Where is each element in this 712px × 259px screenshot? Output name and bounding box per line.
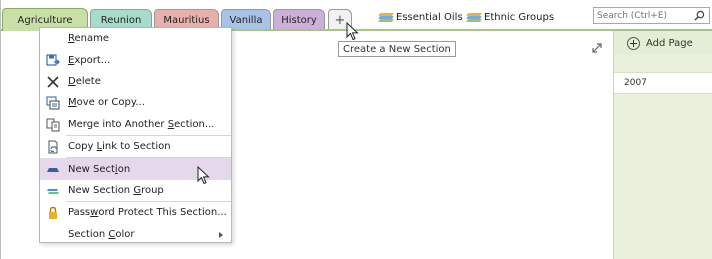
menu-item-merge[interactable]: Merge into Another Section...	[40, 114, 231, 135]
tooltip: Create a New Section	[338, 41, 456, 57]
section-group-icon	[466, 12, 482, 23]
menu-item-label: Export...	[68, 54, 111, 66]
new-section-icon	[47, 168, 59, 173]
mouse-cursor-icon	[197, 166, 210, 185]
copy-link-icon	[48, 140, 58, 154]
plus-icon: +	[334, 12, 346, 28]
search-input[interactable]	[597, 10, 691, 21]
section-context-menu: Rename Export... Delete Move or Copy... …	[39, 27, 232, 243]
menu-item-label: Delete	[68, 75, 101, 87]
section-group-icon	[378, 12, 394, 23]
add-page-icon	[627, 36, 640, 50]
add-page-button[interactable]: Add Page	[614, 31, 712, 55]
move-copy-icon	[46, 96, 60, 110]
menu-item-label: Copy Link to Section	[68, 141, 171, 153]
menu-item-delete[interactable]: Delete	[40, 71, 231, 92]
onenote-window: Agriculture Reunion Mauritius Vanilla Hi…	[0, 0, 712, 259]
expand-icon[interactable]	[591, 42, 603, 54]
menu-item-section-color[interactable]: Section Color	[40, 224, 231, 245]
export-icon	[46, 54, 60, 66]
section-group-label: Ethnic Groups	[484, 12, 555, 23]
menu-item-copy-link[interactable]: Copy Link to Section	[40, 136, 231, 157]
menu-item-label: Rename	[68, 33, 110, 45]
menu-item-label: New Section Group	[68, 184, 164, 196]
menu-item-rename[interactable]: Rename	[40, 28, 231, 49]
submenu-arrow-icon	[219, 231, 223, 238]
tab-label: Vanilla	[229, 14, 263, 26]
tab-label: Reunion	[100, 14, 142, 26]
section-group-label: Essential Oils	[396, 12, 463, 23]
page-list-item[interactable]: 2007	[614, 72, 712, 94]
delete-icon	[47, 76, 59, 88]
page-title: 2007	[624, 78, 647, 88]
menu-item-label: Password Protect This Section...	[68, 207, 227, 219]
menu-item-export[interactable]: Export...	[40, 49, 231, 70]
section-group-essential-oils[interactable]: Essential Oils	[378, 12, 463, 23]
menu-item-password-protect[interactable]: Password Protect This Section...	[40, 202, 231, 223]
page-list-pane: Add Page 2007	[613, 31, 712, 259]
merge-icon	[46, 118, 60, 132]
search-box[interactable]	[593, 7, 710, 24]
section-group-ethnic-groups[interactable]: Ethnic Groups	[466, 12, 555, 23]
menu-item-label: Move or Copy...	[68, 97, 145, 109]
search-icon[interactable]	[694, 10, 705, 21]
menu-item-label: Merge into Another Section...	[68, 118, 215, 130]
mouse-cursor-icon	[346, 22, 359, 41]
tab-history[interactable]: History	[273, 9, 325, 30]
menu-item-label: Section Color	[68, 228, 135, 240]
tab-label: History	[281, 14, 317, 26]
menu-item-move-or-copy[interactable]: Move or Copy...	[40, 92, 231, 113]
tab-label: Mauritius	[163, 14, 210, 26]
menu-item-label: New Section	[68, 163, 131, 175]
add-page-label: Add Page	[646, 37, 693, 49]
new-section-group-icon	[47, 188, 59, 194]
lock-icon	[49, 206, 57, 220]
tab-label: Agriculture	[17, 14, 73, 26]
